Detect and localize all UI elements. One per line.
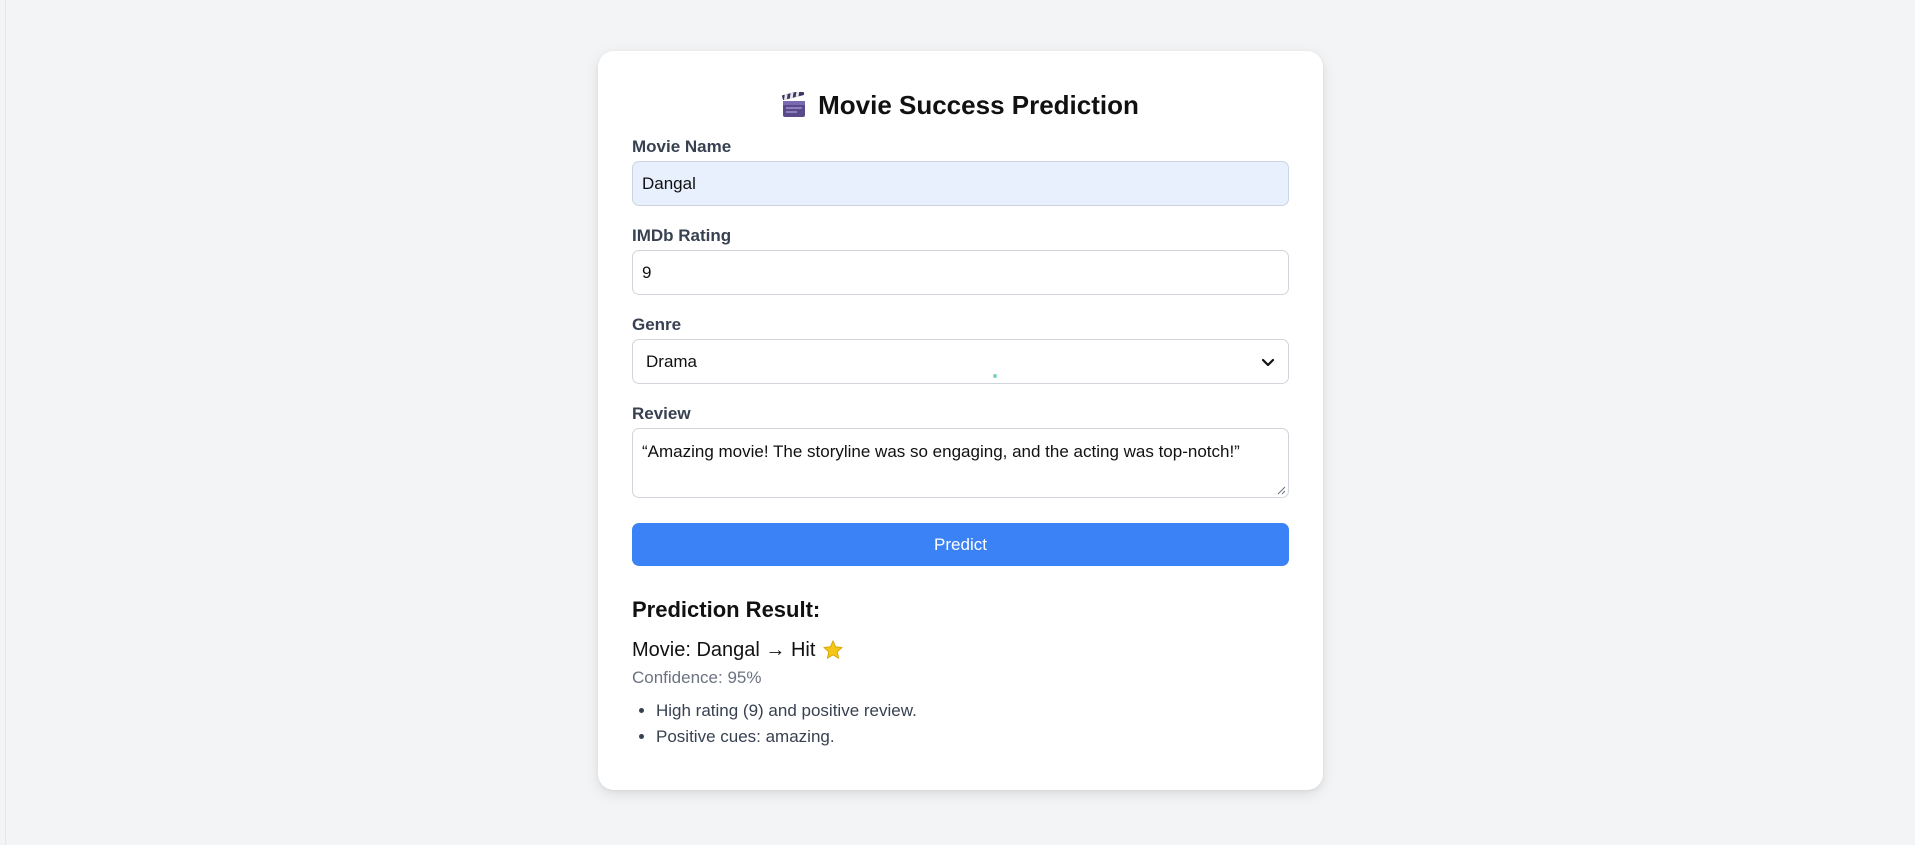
list-item: High rating (9) and positive review.: [656, 698, 1289, 724]
confidence-text: Confidence: 95%: [632, 668, 762, 687]
genre-selected-value: Drama: [646, 351, 698, 371]
genre-field: Genre Drama: [632, 315, 1289, 384]
page-title: Movie Success Prediction: [818, 89, 1139, 120]
review-field: Review “Amazing movie! The storyline was…: [632, 374, 1289, 498]
imdb-rating-field: IMDb Rating 9: [632, 226, 1289, 295]
cursor-dot: [993, 374, 997, 378]
review-label: Review: [632, 404, 691, 423]
genre-select[interactable]: Drama: [632, 339, 1289, 384]
imdb-rating-label: IMDb Rating: [632, 226, 732, 245]
imdb-rating-value: 9: [642, 262, 652, 282]
result-summary-text: Movie: Dangal → Hit: [632, 638, 816, 661]
chevron-down-icon: [1261, 358, 1275, 366]
result-heading: Prediction Result:: [632, 597, 821, 622]
reason-list: High rating (9) and positive review. Pos…: [632, 698, 1289, 750]
page-header: Movie Success Prediction: [632, 87, 1289, 123]
resize-handle-icon[interactable]: [1276, 485, 1286, 495]
review-value: “Amazing movie! The storyline was so eng…: [642, 442, 1240, 461]
movie-name-field: Movie Name Dangal: [632, 137, 1289, 206]
movie-name-value: Dangal: [642, 173, 696, 193]
genre-label: Genre: [632, 315, 682, 334]
imdb-rating-input[interactable]: 9: [632, 250, 1289, 295]
prediction-card: Movie Success Prediction Movie Name Dang…: [598, 51, 1323, 790]
movie-name-input[interactable]: Dangal: [632, 161, 1289, 206]
review-textarea[interactable]: “Amazing movie! The storyline was so eng…: [632, 428, 1289, 498]
window-edge: [0, 0, 6, 845]
list-item: Positive cues: amazing.: [656, 724, 1289, 750]
star-icon: [823, 640, 844, 659]
result-summary: Movie: Dangal → Hit: [632, 637, 1289, 663]
movie-name-label: Movie Name: [632, 137, 732, 156]
clapperboard-icon: [782, 92, 806, 117]
predict-button[interactable]: Predict: [632, 523, 1289, 566]
